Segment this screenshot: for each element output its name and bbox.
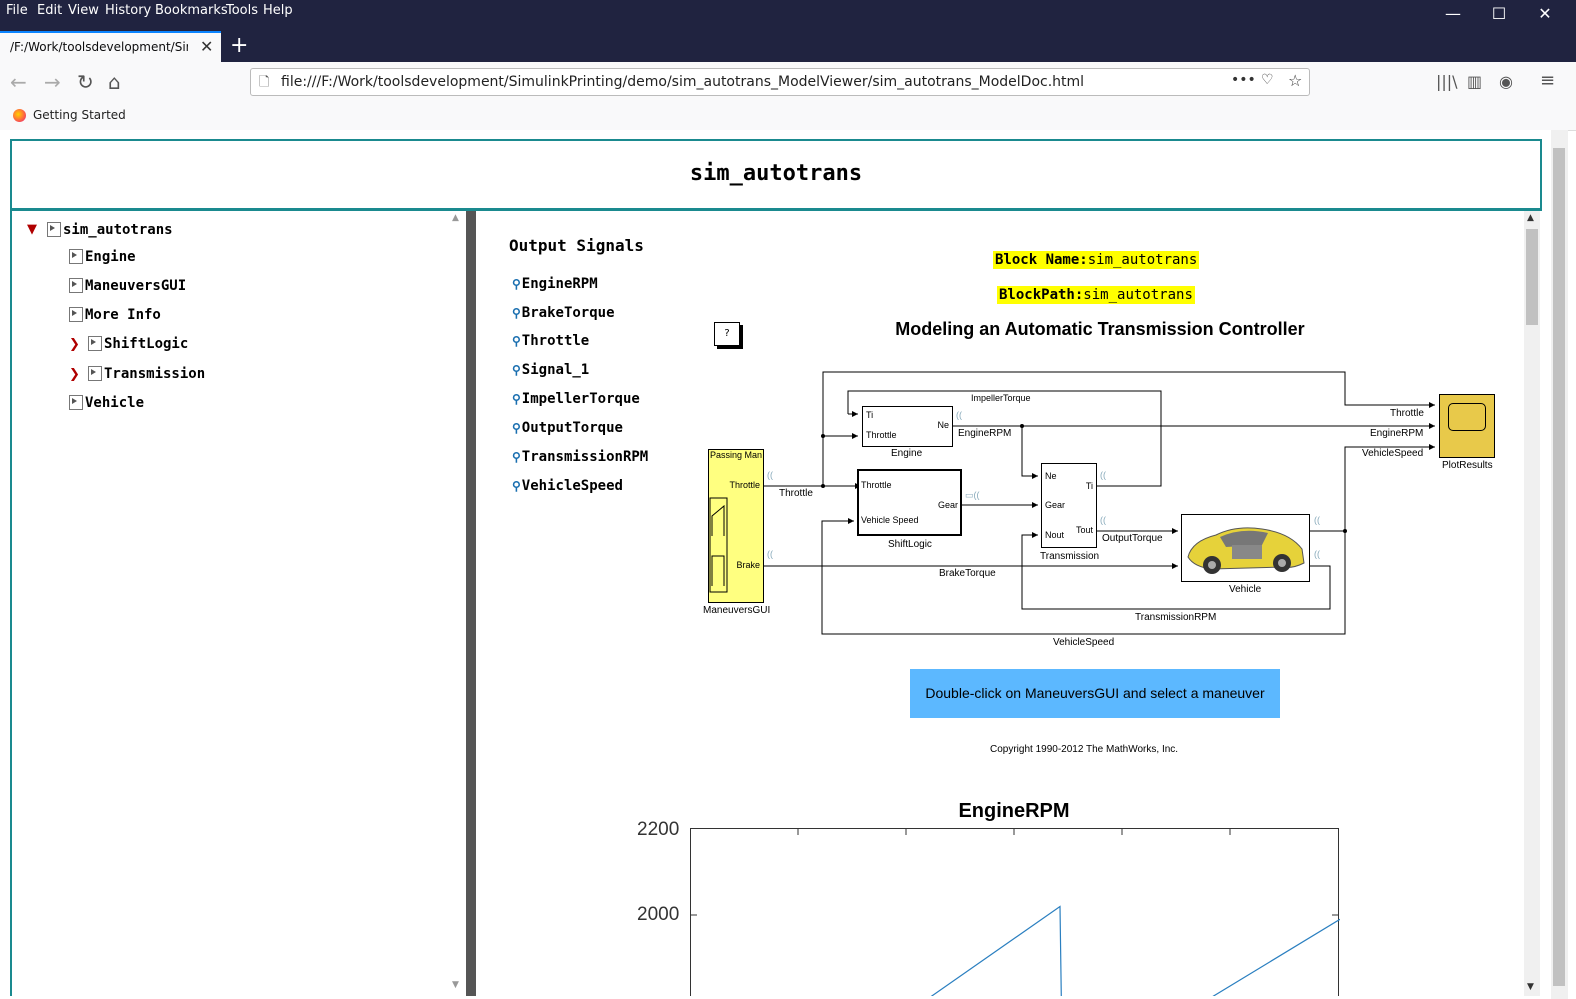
transmission-label: Transmission xyxy=(1040,551,1100,562)
y-tick-label: 2200 xyxy=(637,819,680,840)
signal-builder-icon xyxy=(709,497,728,593)
scope-throttle-label: Throttle xyxy=(1390,408,1424,419)
maneuvers-gui-label: ManeuversGUI xyxy=(703,605,771,616)
transmission-block[interactable]: Ne Gear Nout Ti Tout xyxy=(1041,463,1097,548)
signal-probe-icon: (( xyxy=(956,410,962,420)
throttle-line-label: Throttle xyxy=(779,488,813,499)
engine-rpm-series-line xyxy=(930,905,1340,996)
shift-logic-label: ShiftLogic xyxy=(888,539,932,550)
plot-results-scope-block[interactable] xyxy=(1439,394,1495,458)
copyright-text: Copyright 1990-2012 The MathWorks, Inc. xyxy=(990,744,1179,755)
signal-probe-icon: (( xyxy=(1100,515,1106,525)
engine-block[interactable]: Ti Throttle Ne xyxy=(862,406,953,447)
brake-torque-label: BrakeTorque xyxy=(939,568,996,579)
chart-axes-box xyxy=(690,828,1339,996)
vehicle-label: Vehicle xyxy=(1229,584,1262,595)
signal-probe-icon: ▭(( xyxy=(965,490,980,500)
y-tick-label: 2000 xyxy=(637,904,680,925)
chart-title: EngineRPM xyxy=(958,800,1070,822)
car-image-icon xyxy=(1187,527,1305,574)
transmission-rpm-label: TransmissionRPM xyxy=(1135,612,1217,623)
chart-ticks xyxy=(691,829,1338,916)
scope-vehicle-speed-label: VehicleSpeed xyxy=(1362,448,1424,459)
vehicle-block[interactable] xyxy=(1181,514,1310,582)
engine-label: Engine xyxy=(891,448,923,459)
maneuvers-gui-block[interactable]: Passing Man Throttle Brake xyxy=(708,449,764,603)
scope-icon xyxy=(1448,403,1486,431)
vehicle-speed-label: VehicleSpeed xyxy=(1053,637,1115,648)
signal-probe-icon: (( xyxy=(1314,515,1320,525)
engine-rpm-label: EngineRPM xyxy=(958,428,1012,439)
plot-results-label: PlotResults xyxy=(1442,460,1493,471)
signal-probe-icon: (( xyxy=(767,470,773,480)
signal-probe-icon: (( xyxy=(767,549,773,559)
impeller-torque-label: ImpellerTorque xyxy=(971,393,1031,403)
maneuver-annotation-button[interactable]: Double-click on ManeuversGUI and select … xyxy=(910,669,1280,718)
signal-probe-icon: (( xyxy=(1100,470,1106,480)
engine-rpm-chart xyxy=(690,828,1340,996)
output-torque-label: OutputTorque xyxy=(1102,533,1163,544)
signal-probe-icon: (( xyxy=(1314,549,1320,559)
scope-engine-rpm-label: EngineRPM xyxy=(1370,428,1424,439)
shift-logic-block[interactable]: Throttle Vehicle Speed Gear xyxy=(857,469,962,536)
